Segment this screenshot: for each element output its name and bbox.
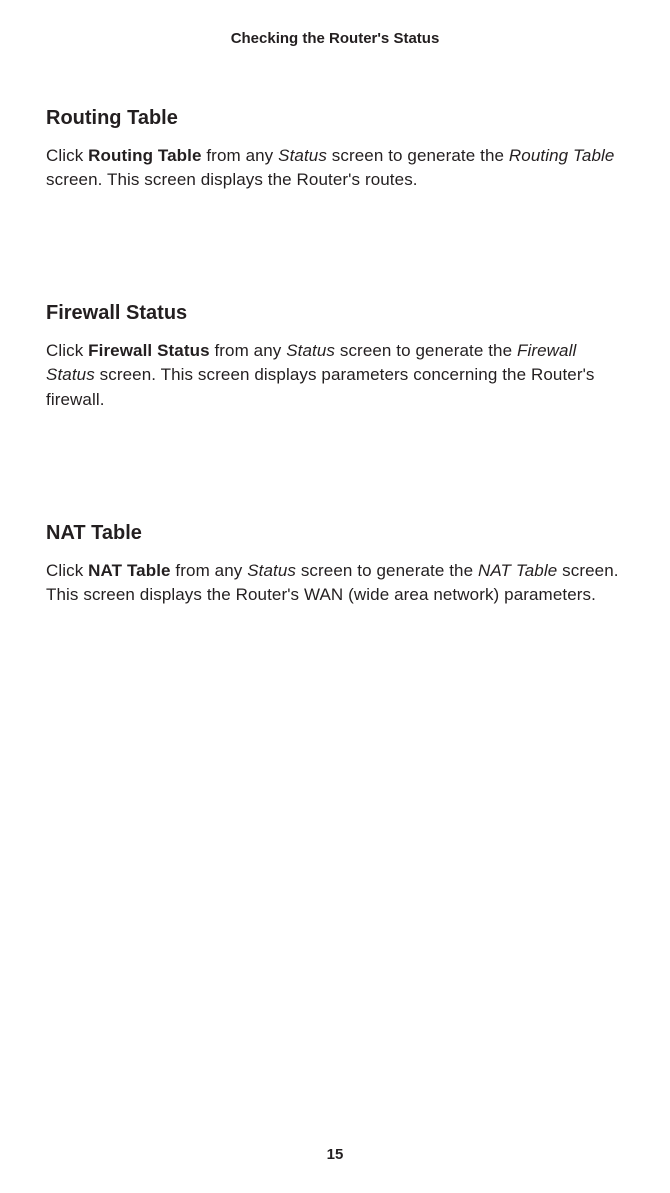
text: Click bbox=[46, 341, 88, 360]
section-heading: Firewall Status bbox=[46, 302, 628, 325]
text: from any bbox=[202, 146, 279, 165]
section-nat-table: NAT Table Click NAT Table from any Statu… bbox=[46, 522, 628, 607]
text: from any bbox=[210, 341, 287, 360]
italic-text: Status bbox=[278, 146, 327, 165]
text: Click bbox=[46, 146, 88, 165]
text: Click bbox=[46, 561, 88, 580]
italic-text: Status bbox=[286, 341, 335, 360]
page-header: Checking the Router's Status bbox=[0, 0, 670, 47]
bold-text: Firewall Status bbox=[88, 341, 209, 360]
section-heading: NAT Table bbox=[46, 522, 628, 545]
text: screen to generate the bbox=[327, 146, 509, 165]
section-heading: Routing Table bbox=[46, 107, 628, 130]
page-number-text: 15 bbox=[327, 1146, 344, 1163]
page-number: 15 bbox=[0, 1146, 670, 1163]
content-area: Routing Table Click Routing Table from a… bbox=[0, 47, 670, 607]
bold-text: NAT Table bbox=[88, 561, 170, 580]
section-body: Click Firewall Status from any Status sc… bbox=[46, 339, 628, 411]
italic-text: Routing Table bbox=[509, 146, 615, 165]
section-firewall-status: Firewall Status Click Firewall Status fr… bbox=[46, 302, 628, 411]
page-header-text: Checking the Router's Status bbox=[231, 30, 440, 47]
bold-text: Routing Table bbox=[88, 146, 201, 165]
text: screen. This screen displays the Router'… bbox=[46, 170, 418, 189]
section-body: Click Routing Table from any Status scre… bbox=[46, 144, 628, 192]
text: screen to generate the bbox=[335, 341, 517, 360]
text: from any bbox=[171, 561, 248, 580]
italic-text: NAT Table bbox=[478, 561, 557, 580]
section-body: Click NAT Table from any Status screen t… bbox=[46, 559, 628, 607]
text: screen to generate the bbox=[296, 561, 478, 580]
text: screen. This screen displays parameters … bbox=[46, 365, 595, 408]
section-routing-table: Routing Table Click Routing Table from a… bbox=[46, 107, 628, 192]
italic-text: Status bbox=[247, 561, 296, 580]
